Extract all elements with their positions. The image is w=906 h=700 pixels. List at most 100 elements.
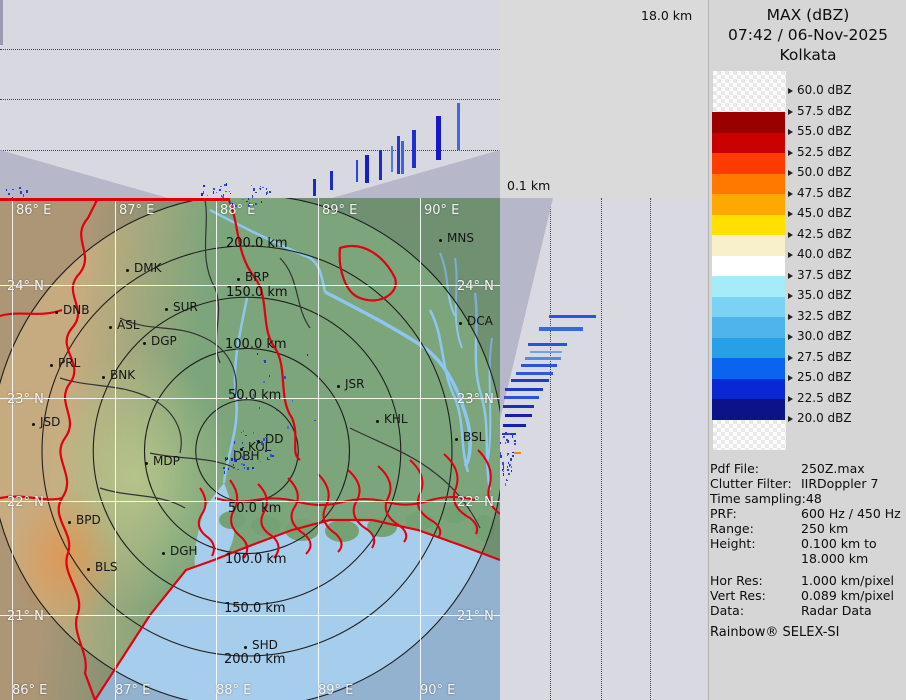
radar-map: 86° E86° E87° E87° E88° E88° E89° E89° E… (0, 198, 500, 700)
echo-bar (503, 424, 526, 427)
scale-tick-label: 52.5 dBZ (788, 145, 852, 159)
info-row: PRF:600 Hz / 450 Hz (710, 506, 904, 521)
height-axis-corner: 18.0 km 0.1 km (500, 0, 708, 198)
echo-speck (19, 187, 21, 189)
echo-speck (225, 191, 227, 192)
range-ring-label: 50.0 km (228, 501, 281, 516)
echo-bar (549, 315, 596, 318)
station-label: DGP (151, 334, 177, 348)
info-value: IIRDoppler 7 (801, 476, 878, 491)
color-scale-above-max (713, 71, 786, 112)
echo-speck (505, 483, 506, 486)
echo-speck (234, 441, 235, 444)
info-value: 250Z.max (801, 461, 865, 476)
echo-bar (525, 357, 561, 360)
scale-swatch (712, 153, 785, 174)
echo-speck (509, 464, 510, 467)
echo-speck (226, 183, 227, 186)
echo-speck (514, 443, 516, 445)
station-label: JSD (40, 415, 60, 429)
scale-swatch (712, 317, 785, 338)
station-dot (237, 278, 240, 281)
info-label: Range: (710, 521, 801, 536)
scale-tick-label: 40.0 dBZ (788, 247, 852, 261)
info-value: 1.000 km/pixel (801, 573, 894, 588)
echo-speck (225, 460, 226, 461)
station-label: DCA (467, 314, 493, 328)
echo-bar (412, 130, 416, 168)
echo-speck (510, 458, 512, 461)
range-ring-label: 200.0 km (226, 236, 288, 251)
info-row: Time sampling:48 (710, 491, 904, 506)
echo-speck (26, 190, 28, 193)
echo-speck (253, 188, 255, 191)
longitude-gridline (12, 198, 13, 700)
echo-speck (307, 354, 308, 356)
info-row: Vert Res:0.089 km/pixel (710, 588, 904, 603)
station-marker-sur: SUR (166, 300, 198, 314)
scale-swatch (712, 194, 785, 215)
echo-speck (262, 187, 264, 188)
station-label: BPD (76, 513, 101, 527)
echo-speck (512, 455, 514, 457)
scale-swatch (712, 133, 785, 154)
info-row: Hor Res:1.000 km/pixel (710, 573, 904, 588)
echo-speck (252, 467, 254, 469)
color-scale-below-min (713, 420, 786, 450)
echo-speck (231, 458, 233, 461)
tick-arrow-icon (788, 355, 793, 361)
station-marker-bnk: BNK (103, 368, 135, 382)
top-height-profile-panel (0, 0, 501, 198)
station-marker-bpd: BPD (69, 513, 101, 527)
tick-arrow-icon (788, 109, 793, 115)
echo-speck (500, 442, 501, 444)
scale-tick-label: 57.5 dBZ (788, 104, 852, 118)
station-label: MNS (447, 231, 474, 245)
echo-speck (235, 205, 237, 207)
range-ring-label: 150.0 km (224, 601, 286, 616)
echo-speck (234, 450, 235, 453)
station-dot (459, 322, 462, 325)
echo-speck (314, 420, 316, 421)
echo-speck (502, 462, 504, 465)
info-label: Hor Res: (710, 573, 801, 588)
tick-arrow-icon (788, 211, 793, 217)
echo-speck (272, 455, 274, 457)
station-marker-shd: SHD (245, 638, 278, 652)
echo-speck (276, 410, 278, 411)
echo-speck (228, 468, 229, 470)
latitude-label: 23° N (457, 392, 494, 407)
station-label: BLS (95, 560, 118, 574)
echo-speck (507, 469, 509, 471)
station-dot (376, 420, 379, 423)
echo-speck (512, 435, 513, 438)
echo-speck (511, 470, 512, 472)
station-label: DGH (170, 544, 198, 558)
latitude-label: 23° N (7, 392, 44, 407)
echo-bar (505, 388, 543, 391)
echo-speck (507, 466, 508, 468)
clipped-boundary-top-line (0, 198, 230, 201)
echo-speck (263, 381, 265, 383)
echo-speck (511, 466, 512, 468)
echo-speck (506, 479, 507, 481)
longitude-label: 88° E (216, 683, 251, 698)
echo-speck (230, 193, 231, 194)
echo-speck (242, 456, 243, 459)
echo-speck (512, 452, 514, 453)
station-marker-mns: MNS (440, 231, 474, 245)
station-dot (55, 311, 58, 314)
info-row: Height:0.100 km to 18.000 km (710, 536, 904, 566)
echo-speck (241, 432, 242, 433)
station-dot (439, 239, 442, 242)
range-ring-label: 150.0 km (226, 285, 288, 300)
station-marker-jsr: JSR (338, 377, 365, 391)
station-dot (87, 568, 90, 571)
tick-arrow-icon (788, 334, 793, 340)
station-dot (126, 269, 129, 272)
scale-swatch (712, 399, 785, 420)
echo-speck (248, 198, 249, 200)
station-marker-bls: BLS (88, 560, 118, 574)
range-ring-label: 100.0 km (225, 337, 287, 352)
station-label: PRL (58, 356, 80, 370)
